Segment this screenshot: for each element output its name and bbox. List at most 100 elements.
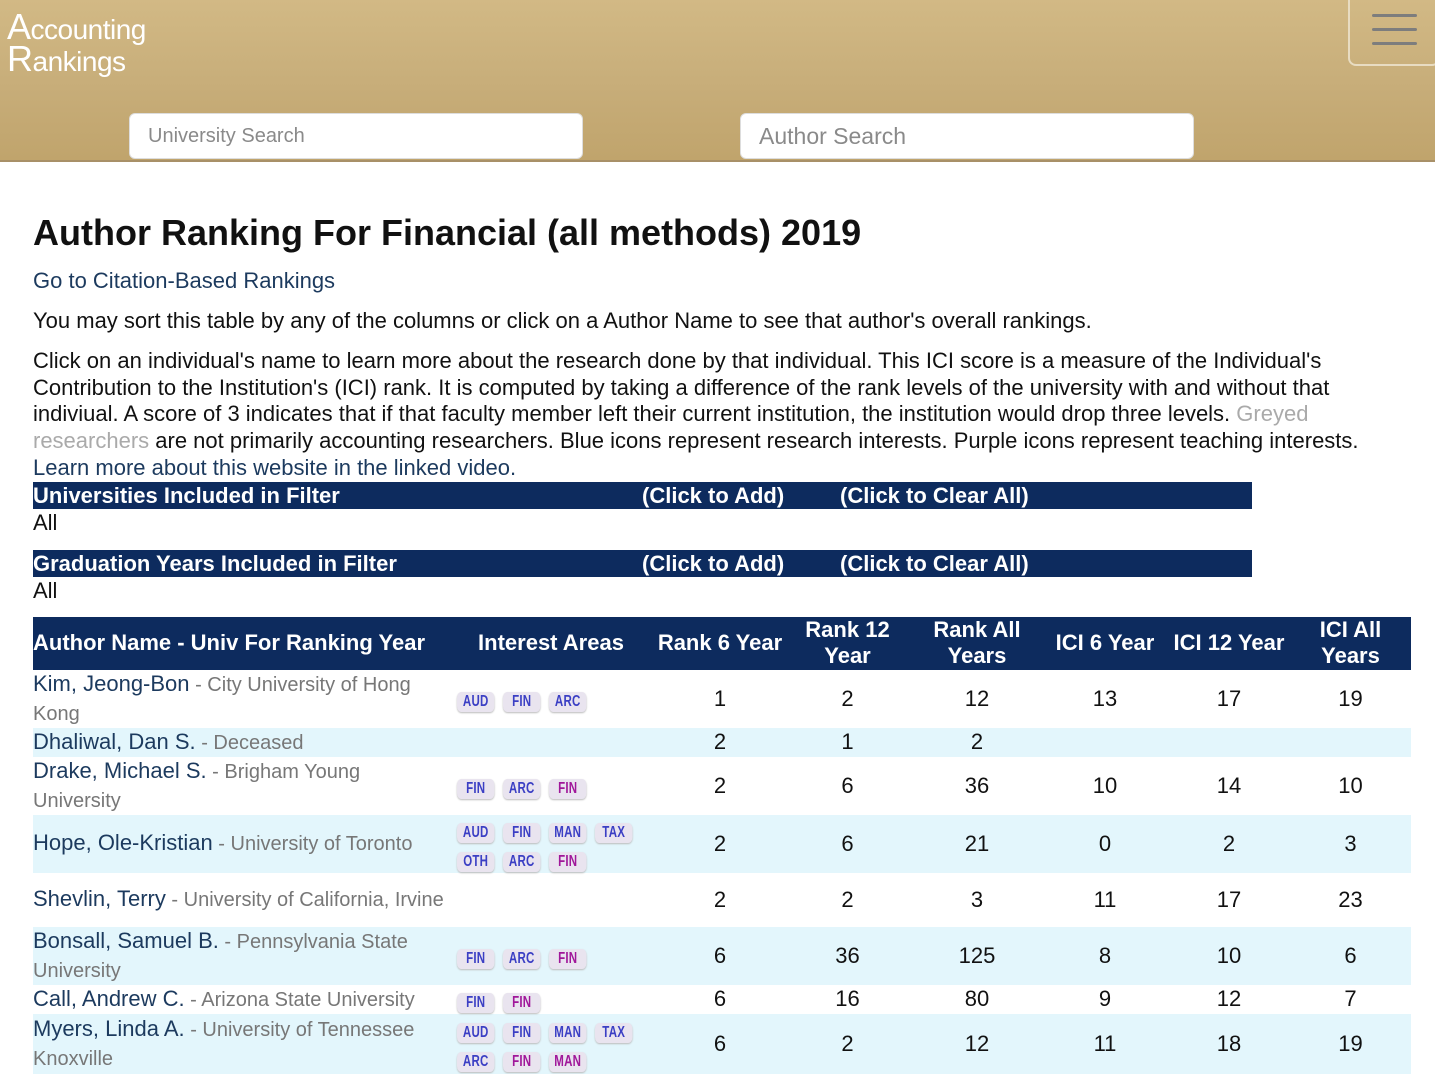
table-row: Myers, Linda A. - University of Tennesse… xyxy=(33,1013,1411,1074)
column-header-author[interactable]: Author Name - Univ For Ranking Year xyxy=(33,616,445,670)
author-name-link[interactable]: Hope, Ole-Kristian xyxy=(33,830,213,855)
research-interest-icon[interactable]: AUD xyxy=(457,822,495,843)
cell-i12: 2 xyxy=(1168,814,1290,873)
cell-iall: 6 xyxy=(1290,926,1411,985)
cell-i12 xyxy=(1168,727,1290,757)
cell-r6: 6 xyxy=(657,926,783,985)
teaching-interest-icon[interactable]: MAN xyxy=(549,1051,587,1072)
author-cell: Shevlin, Terry - University of Californi… xyxy=(33,873,445,927)
universities-filter-bar: Universities Included in Filter (Click t… xyxy=(33,481,1252,509)
interest-areas-cell: AUD FIN MAN TAX OTH ARC FIN xyxy=(445,814,657,873)
author-name-link[interactable]: Bonsall, Samuel B. xyxy=(33,928,219,953)
cell-r6: 2 xyxy=(713,772,727,798)
column-header-rank-6-year[interactable]: Rank 6 Year xyxy=(657,616,783,670)
author-cell: Dhaliwal, Dan S. - Deceased xyxy=(33,727,445,757)
author-cell: Drake, Michael S. - Brigham Young Univer… xyxy=(33,757,445,815)
cell-r6: 2 xyxy=(657,727,783,757)
cell-r12: 2 xyxy=(841,685,854,711)
video-link[interactable]: Learn more about this website in the lin… xyxy=(33,455,516,480)
ici-description-text-2: are not primarily accounting researchers… xyxy=(149,428,1359,454)
cell-iall xyxy=(1290,727,1411,757)
cell-r12: 36 xyxy=(783,926,912,985)
research-interest-icon[interactable]: OTH xyxy=(457,851,495,872)
main-content: Author Ranking For Financial (all method… xyxy=(33,210,1411,1074)
cell-rall: 2 xyxy=(912,727,1042,757)
cell-r6: 2 xyxy=(713,886,727,912)
author-university: - Deceased xyxy=(195,731,304,754)
teaching-interest-icon[interactable]: FIN xyxy=(549,949,587,970)
citation-rankings-link[interactable]: Go to Citation-Based Rankings xyxy=(33,268,1411,294)
teaching-interest-icon[interactable]: FIN xyxy=(549,779,587,800)
research-interest-icon[interactable]: ARC xyxy=(503,949,541,970)
author-name-link[interactable]: Shevlin, Terry xyxy=(33,886,166,911)
research-interest-icon[interactable]: FIN xyxy=(503,692,541,713)
research-interest-icon[interactable]: FIN xyxy=(457,992,495,1013)
author-name-link[interactable]: Dhaliwal, Dan S. xyxy=(33,729,196,754)
grad-years-add-button[interactable]: (Click to Add) xyxy=(642,550,784,577)
hamburger-menu-button[interactable] xyxy=(1348,0,1435,66)
cell-rall: 3 xyxy=(970,886,984,912)
grad-years-clear-button[interactable]: (Click to Clear All) xyxy=(840,550,1029,577)
table-row: Drake, Michael S. - Brigham Young Univer… xyxy=(33,757,1411,815)
author-name-link[interactable]: Drake, Michael S. xyxy=(33,758,207,783)
cell-i12: 14 xyxy=(1216,772,1242,798)
cell-iall: 23 xyxy=(1338,886,1363,912)
cell-iall: 19 xyxy=(1290,1013,1411,1074)
cell-i12: 18 xyxy=(1168,1013,1290,1074)
column-header-rank-12-year[interactable]: Rank 12 Year xyxy=(783,616,912,670)
teaching-interest-icon[interactable]: FIN xyxy=(503,992,541,1013)
teaching-interest-icon[interactable]: FIN xyxy=(503,1051,541,1072)
interest-areas-cell: FIN ARC FIN xyxy=(445,926,657,985)
author-cell: Call, Andrew C. - Arizona State Universi… xyxy=(33,985,445,1014)
cell-r12: 2 xyxy=(783,1013,912,1074)
grad-years-filter-bar: Graduation Years Included in Filter (Cli… xyxy=(33,549,1252,577)
column-header-rank-all-years[interactable]: Rank All Years xyxy=(912,616,1042,670)
cell-i12: 17 xyxy=(1216,685,1242,711)
universities-add-button[interactable]: (Click to Add) xyxy=(642,482,784,509)
university-search-input[interactable] xyxy=(129,113,583,159)
universities-clear-button[interactable]: (Click to Clear All) xyxy=(840,482,1029,509)
ici-description-text: Click on an individual's name to learn m… xyxy=(33,347,1330,427)
cell-r6: 6 xyxy=(713,986,727,1012)
cell-i6: 11 xyxy=(1042,1013,1168,1074)
hamburger-menu-icon-bar xyxy=(1372,28,1417,31)
table-row: Shevlin, Terry - University of Californi… xyxy=(33,873,1411,927)
table-row: Hope, Ole-Kristian - University of Toron… xyxy=(33,814,1411,873)
author-name-link[interactable]: Kim, Jeong-Bon xyxy=(33,671,190,696)
cell-iall: 19 xyxy=(1338,685,1363,711)
research-interest-icon[interactable]: AUD xyxy=(457,692,495,713)
author-university: - University of California, Irvine xyxy=(165,889,444,912)
logo-text-accounting: ccounting xyxy=(30,14,147,45)
research-interest-icon[interactable]: FIN xyxy=(503,822,541,843)
author-search-input[interactable] xyxy=(740,113,1194,159)
cell-i6: 8 xyxy=(1042,926,1168,985)
author-university: - Arizona State University xyxy=(184,988,415,1011)
author-name-link[interactable]: Myers, Linda A. xyxy=(33,1016,185,1041)
site-logo[interactable]: Accounting Rankings xyxy=(7,9,147,77)
column-header-ici-12-year[interactable]: ICI 12 Year xyxy=(1168,616,1290,670)
column-header-interest-areas[interactable]: Interest Areas xyxy=(445,616,657,670)
cell-r12: 6 xyxy=(783,814,912,873)
column-header-ici-all-years[interactable]: ICI All Years xyxy=(1290,616,1411,670)
interest-areas-cell: AUD FIN ARC xyxy=(445,670,657,728)
column-header-ici-6-year[interactable]: ICI 6 Year xyxy=(1042,616,1168,670)
research-interest-icon[interactable]: MAN xyxy=(549,822,587,843)
research-interest-icon[interactable]: ARC xyxy=(503,779,541,800)
cell-i6 xyxy=(1042,727,1168,757)
cell-iall: 7 xyxy=(1344,986,1357,1012)
cell-r12: 6 xyxy=(841,772,854,798)
cell-i12: 12 xyxy=(1216,986,1242,1012)
research-interest-icon[interactable]: ARC xyxy=(549,692,587,713)
research-interest-icon[interactable]: FIN xyxy=(457,949,495,970)
research-interest-icon[interactable]: TAX xyxy=(595,822,633,843)
research-interest-icon[interactable]: ARC xyxy=(457,1051,495,1072)
research-interest-icon[interactable]: FIN xyxy=(457,779,495,800)
cell-r12: 1 xyxy=(783,727,912,757)
cell-i6: 11 xyxy=(1093,886,1117,912)
grad-years-filter-title: Graduation Years Included in Filter xyxy=(33,550,397,576)
cell-i12: 17 xyxy=(1216,886,1242,912)
teaching-interest-icon[interactable]: FIN xyxy=(549,851,587,872)
research-interest-icon[interactable]: ARC xyxy=(503,851,541,872)
ici-description: Click on an individual's name to learn m… xyxy=(33,348,1411,482)
author-name-link[interactable]: Call, Andrew C. xyxy=(33,986,185,1011)
